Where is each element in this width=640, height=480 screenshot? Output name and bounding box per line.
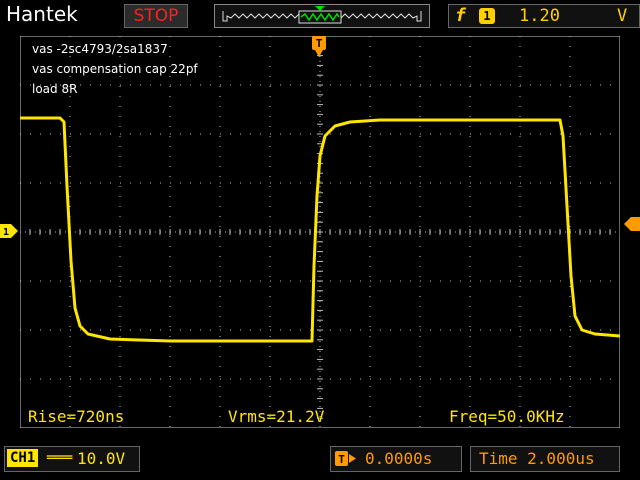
- volts-per-div: 10.0V: [77, 449, 126, 468]
- brand-logo: Hantek: [6, 2, 78, 26]
- top-status-bar: Hantek STOP f 1 1.20 V: [0, 0, 640, 32]
- trigger-time-marker-icon[interactable]: T: [312, 36, 326, 58]
- frequency-measurement: Freq=50.0KHz: [449, 407, 565, 426]
- trigger-slope-icon: f: [455, 5, 466, 26]
- vrms-measurement: Vrms=21.2V: [228, 407, 325, 426]
- memory-position-indicator[interactable]: [214, 4, 430, 28]
- oscilloscope-display: [20, 36, 620, 428]
- trigger-position[interactable]: T 0.0000s: [330, 446, 462, 472]
- timebase-value: Time 2.000us: [479, 449, 595, 468]
- trigger-position-value: 0.0000s: [365, 449, 433, 468]
- trigger-level-marker-icon[interactable]: [624, 217, 640, 231]
- note-line-3: load 8R: [32, 82, 78, 96]
- trigger-position-icon: T: [335, 451, 356, 466]
- trigger-level: 1.20: [519, 6, 560, 26]
- trigger-source: 1: [479, 8, 495, 24]
- svg-text:T: T: [338, 453, 345, 466]
- note-line-1: vas -2sc4793/2sa1837: [32, 42, 168, 56]
- channel-marker-label: 1: [3, 227, 9, 238]
- trigger-status[interactable]: f 1 1.20 V: [448, 4, 640, 28]
- dc-coupling-icon: ═══: [47, 450, 73, 466]
- channel1-settings[interactable]: CH1 ═══ 10.0V: [4, 446, 140, 472]
- trigger-level-unit: V: [617, 6, 628, 26]
- run-stop-indicator[interactable]: STOP: [124, 4, 188, 28]
- channel1-label: CH1: [7, 449, 39, 467]
- rise-time-measurement: Rise=720ns: [28, 407, 125, 426]
- trigger-time-marker-label: T: [316, 37, 323, 50]
- channel-ground-marker-icon[interactable]: 1: [0, 224, 18, 238]
- note-line-2: vas compensation cap 22pf: [32, 62, 198, 76]
- timebase-setting[interactable]: Time 2.000us: [470, 446, 620, 472]
- waveform-memory-icon: [222, 6, 422, 24]
